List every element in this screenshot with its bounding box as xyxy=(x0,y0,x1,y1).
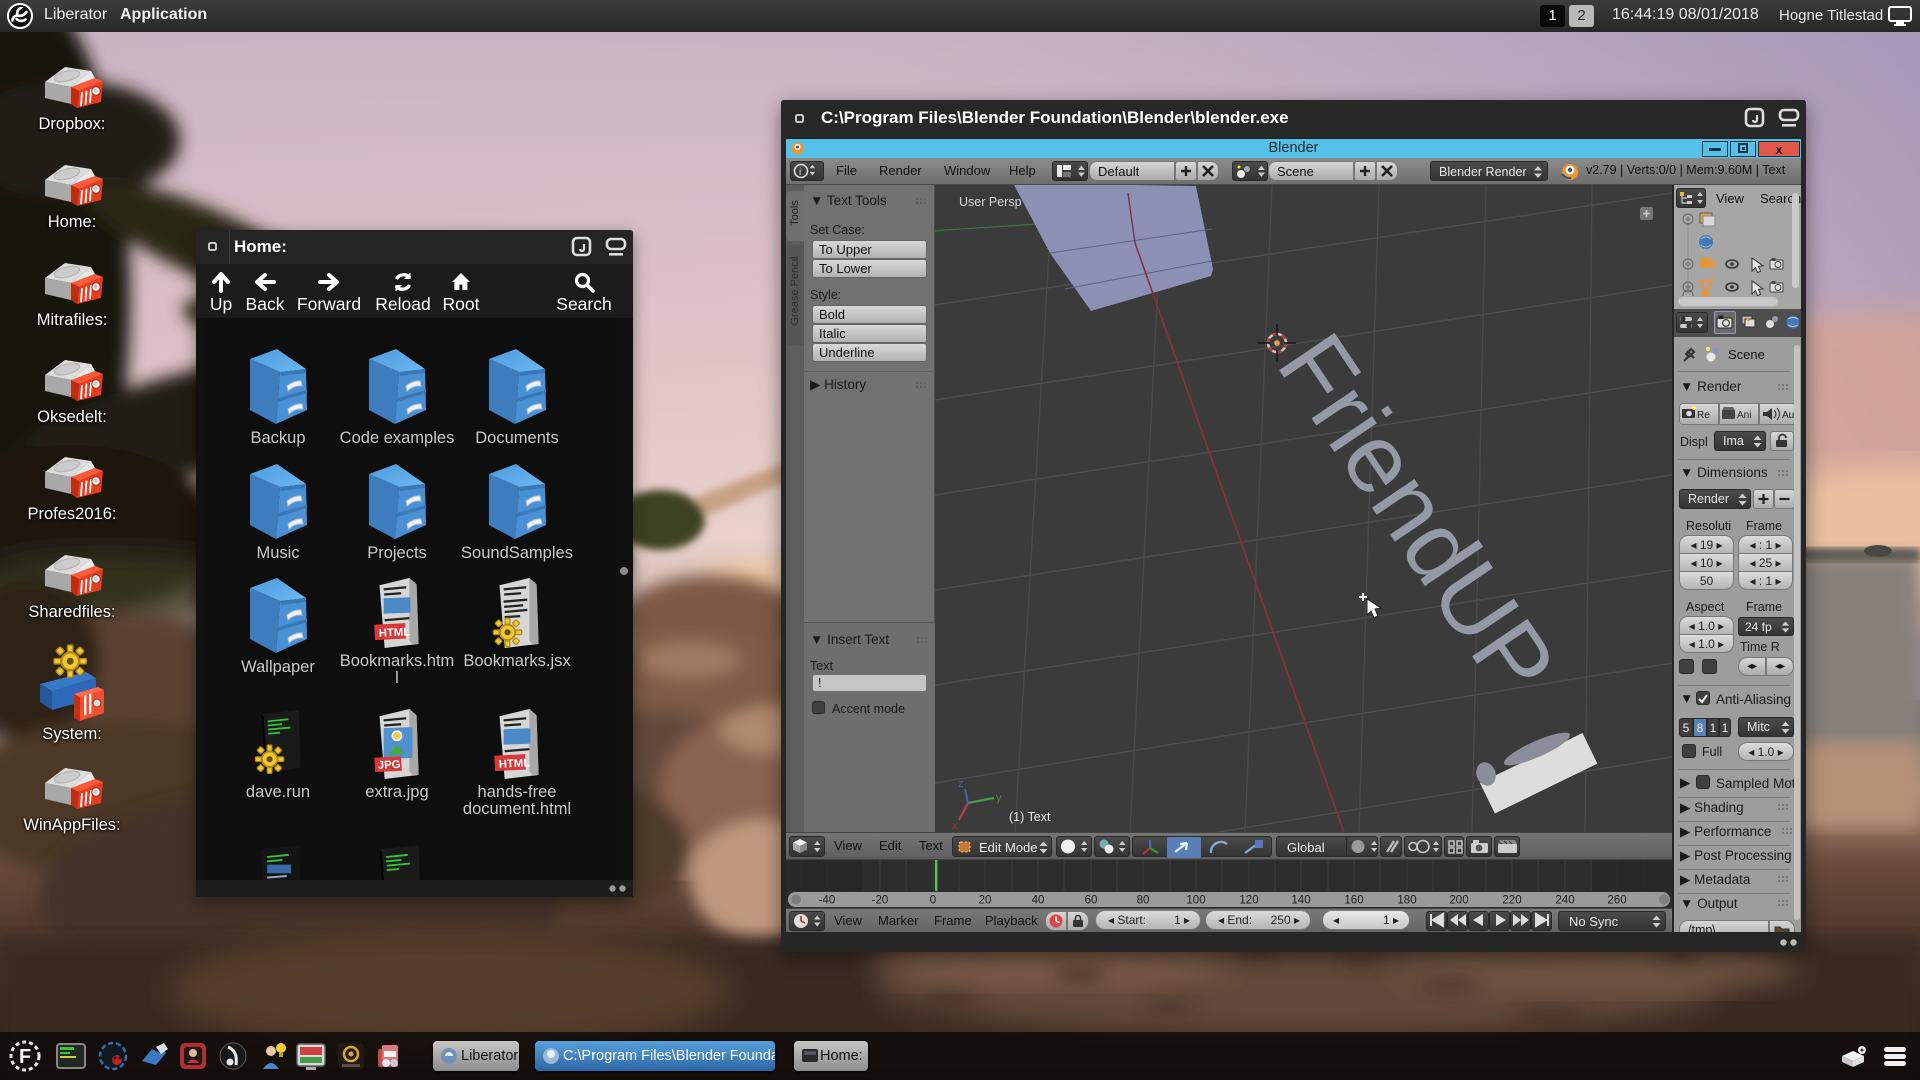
svg-text:F: F xyxy=(19,1046,31,1068)
svg-text:20: 20 xyxy=(979,895,992,907)
svg-text:260: 260 xyxy=(1607,895,1626,907)
svg-text:80: 80 xyxy=(1137,895,1150,907)
svg-text:Re: Re xyxy=(1697,410,1710,421)
svg-text:-20: -20 xyxy=(872,895,889,907)
svg-text:60: 60 xyxy=(1085,895,1098,907)
svg-text:Ani: Ani xyxy=(1737,410,1751,421)
svg-text:220: 220 xyxy=(1502,895,1521,907)
svg-text:FriendUP: FriendUP xyxy=(1257,314,1576,715)
svg-text:z: z xyxy=(958,778,964,790)
svg-text:140: 140 xyxy=(1291,895,1310,907)
svg-text:100: 100 xyxy=(1186,895,1205,907)
svg-text:240: 240 xyxy=(1555,895,1574,907)
svg-text:-40: -40 xyxy=(819,895,836,907)
svg-text:200: 200 xyxy=(1449,895,1468,907)
svg-text:0: 0 xyxy=(930,895,936,907)
svg-text:40: 40 xyxy=(1032,895,1045,907)
svg-text:Au: Au xyxy=(1782,410,1794,421)
svg-text:120: 120 xyxy=(1239,895,1258,907)
svg-text:(1) Text: (1) Text xyxy=(1009,810,1051,824)
svg-text:i: i xyxy=(799,167,801,178)
svg-text:x: x xyxy=(952,820,958,832)
svg-text:160: 160 xyxy=(1344,895,1363,907)
svg-text:User Persp: User Persp xyxy=(959,195,1022,209)
svg-text:180: 180 xyxy=(1397,895,1416,907)
svg-text:y: y xyxy=(996,792,1002,804)
